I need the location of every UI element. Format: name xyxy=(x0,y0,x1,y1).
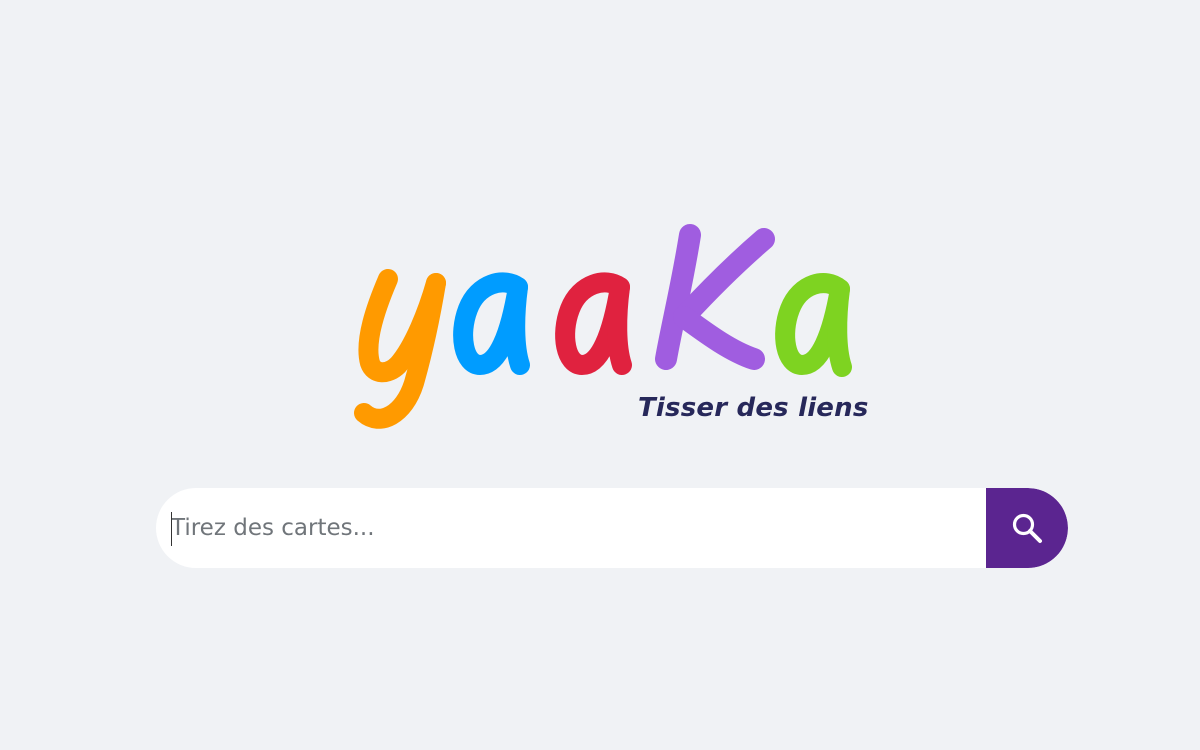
logo-letter-a-1 xyxy=(453,272,530,375)
search-icon xyxy=(1010,511,1044,545)
logo-letter-a-3 xyxy=(775,273,852,377)
logo: Tisser des liens xyxy=(340,215,880,445)
search-input[interactable] xyxy=(156,488,986,568)
logo-letter-k xyxy=(655,224,775,370)
text-caret xyxy=(171,512,172,546)
logo-letter-a-2 xyxy=(555,272,632,375)
logo-letter-y xyxy=(354,269,446,429)
page: Tisser des liens xyxy=(0,0,1200,750)
search-button[interactable] xyxy=(986,488,1068,568)
search-bar xyxy=(156,488,1068,568)
tagline: Tisser des liens xyxy=(638,393,869,423)
